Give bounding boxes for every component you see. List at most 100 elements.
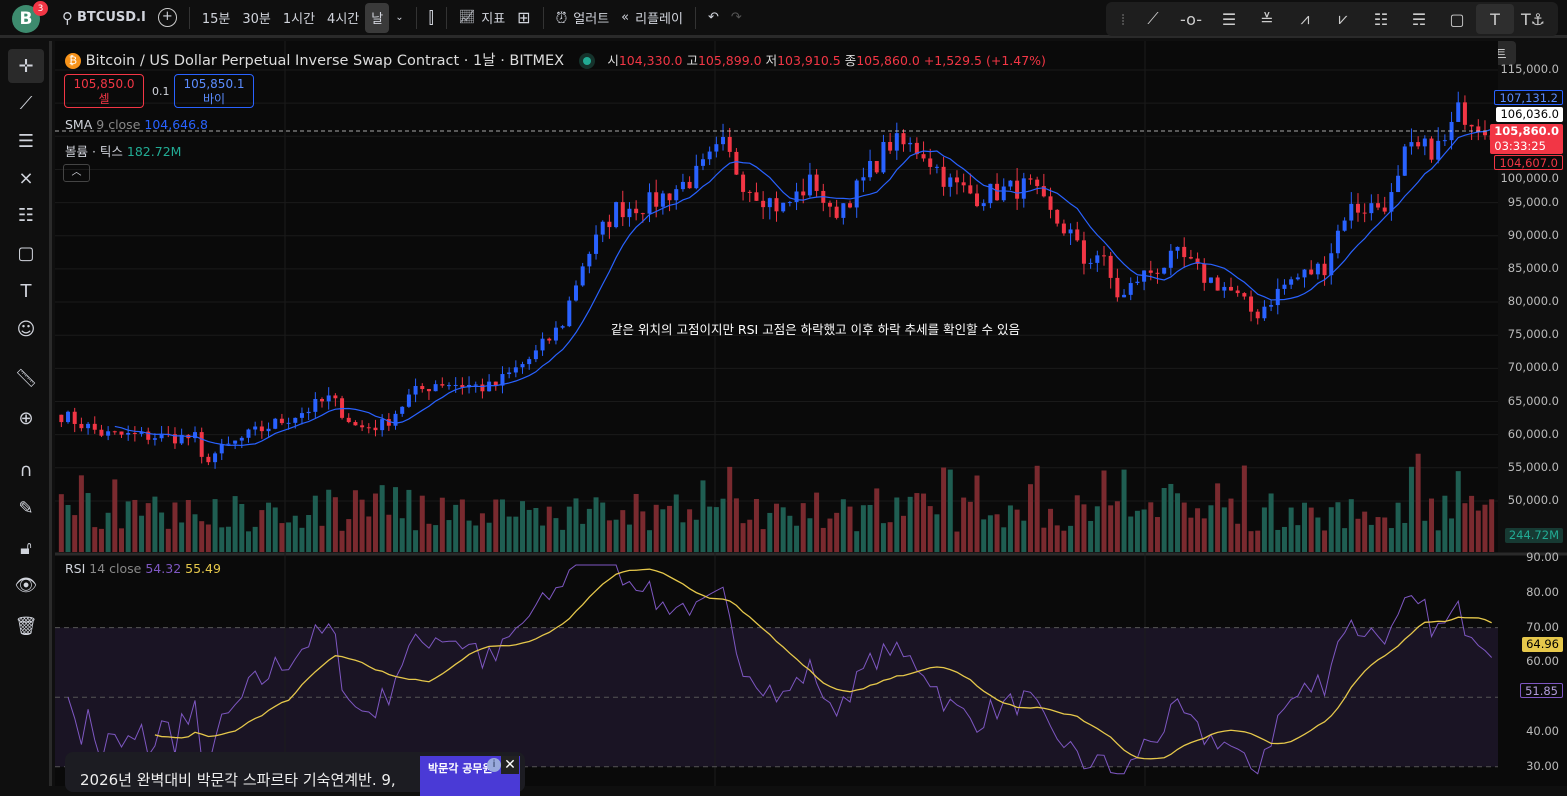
candle-body [834,206,839,218]
trash-icon[interactable]: 🗑︎ [8,609,44,643]
candle-body [1429,138,1434,160]
volume-legend[interactable]: 볼륨 · 틱스 182.72M [65,141,181,160]
volume-bar [1041,527,1047,552]
volume-bar [560,529,566,552]
candle-body [694,165,699,189]
drag-handle-icon[interactable]: ⁞ [1112,4,1134,34]
candle-body [299,413,304,418]
buy-button[interactable]: 105,850.1 바이 [174,74,254,108]
volume-bar [58,494,64,552]
high-value: 105,899.0 [697,53,762,68]
rsi-legend[interactable]: RSI 14 close 54.32 55.49 [65,561,221,576]
chart-canvas[interactable] [55,41,1567,786]
interval-30m[interactable]: 30분 [236,3,277,33]
volume-bar [1435,530,1441,552]
volume-bar [780,507,786,552]
spread: 0.1 [152,85,170,98]
candle-body [453,385,458,387]
chart-title: Bitcoin / US Dollar Perpetual Inverse Sw… [85,53,565,69]
candle-body [373,427,378,431]
candle-body [607,221,612,228]
text-annotation[interactable]: 같은 위치의 고점이지만 RSI 고점은 하락했고 이후 하락 추세를 확인할 … [611,319,1020,338]
interval-1d[interactable]: 날 [365,2,390,33]
ad-banner[interactable]: 2026년 완벽대비 박문각 스파르타 기숙연계반. 9, 박문각 공무원 i … [65,752,525,796]
volume-bar [359,499,365,552]
anchored-text-tool[interactable]: T⚓︎ [1514,4,1552,34]
parallel-channel-tool[interactable]: ☰ [1210,4,1248,34]
volume-bar [553,518,559,552]
fib-retracement-tool[interactable]: ☷ [1362,4,1400,34]
candle-body [620,202,625,218]
candle-body [1055,209,1060,224]
candle-body [266,428,271,432]
abcd-pattern-tool[interactable]: ⩗ [1324,4,1362,34]
volume-bar [466,520,472,552]
volume-bar [1201,518,1207,552]
shape-icon[interactable]: ▢ [8,236,44,270]
volume-bar [1268,493,1274,552]
candle-body [1188,257,1193,259]
indicators-button[interactable]: 📈︎ 지표 [453,3,511,33]
chart-area[interactable]: ₿ Bitcoin / US Dollar Perpetual Inverse … [55,41,1567,786]
crosshair-icon[interactable]: ✛ [8,49,44,83]
eye-icon[interactable]: 👁︎ [8,568,44,602]
collapse-legend-button[interactable]: ︿ [63,164,90,182]
rectangle-tool[interactable]: ▢ [1438,4,1476,34]
trend-line-icon[interactable]: ⟋ [8,86,44,120]
candle-body [426,389,431,392]
horizontal-ray-tool[interactable]: -o- [1172,4,1210,34]
candle-body [734,151,739,175]
volume-bar [961,497,967,552]
lock-icon[interactable]: 🔓︎ [8,531,44,565]
candle-body [413,386,418,395]
chart-type-button[interactable]: ⫿ [423,3,440,33]
zoom-in-icon[interactable]: ⊕ [8,401,44,435]
candle-body [393,413,398,426]
volume-bar [1081,504,1087,552]
sma-legend[interactable]: SMA 9 close 104,646.8 [65,117,208,132]
interval-15m[interactable]: 15분 [196,3,237,33]
sma-value: 104,646.8 [144,117,208,132]
symbol-search-button[interactable]: ⚲ BTCUSD.I [56,3,152,33]
ad-info-icon[interactable]: i [487,758,501,772]
text-tool[interactable]: T [1476,4,1514,34]
emoji-icon[interactable]: ☺ [8,312,44,346]
sell-button[interactable]: 105,850.0 셀 [64,74,144,108]
price-axis[interactable]: 115,000.0 100,000.0 95,000.0 90,000.0 85,000… [1490,41,1567,786]
volume-bar [727,466,733,552]
magnet-icon[interactable]: ∩ [8,453,44,487]
candle-body [433,384,438,392]
divider [542,6,544,29]
replay-button[interactable]: « 리플레이 [615,3,689,33]
ruler-icon[interactable]: 📏︎ [8,361,44,395]
close-icon[interactable]: ✕ [501,756,519,774]
volume-bar [800,503,806,552]
pattern-icon[interactable]: ⨯ [8,161,44,195]
fib-icon[interactable]: ☰ [8,124,44,158]
alert-button[interactable]: ⏰︎ 얼러트 [550,3,616,33]
lock-drawing-icon[interactable]: ✎ [8,491,44,525]
layouts-button[interactable]: ⊞ [511,3,536,33]
candle-body [1322,263,1327,276]
rsi-axis-label: 90.00 [1526,550,1559,564]
interval-1h[interactable]: 1시간 [277,3,321,33]
prediction-icon[interactable]: ☷ [8,198,44,232]
volume-bar [346,519,352,552]
interval-dropdown[interactable]: ⌄ [389,3,409,33]
text-icon[interactable]: T [8,274,44,308]
elliott-wave-tool[interactable]: ⩘ [1286,4,1324,34]
fib-extension-tool[interactable]: ☴ [1400,4,1438,34]
trend-line-tool[interactable]: ⟋ [1134,4,1172,34]
volume-bar [98,528,104,552]
volume-bar [927,506,933,552]
redo-button[interactable]: ↷ [725,3,748,33]
volume-bar [1388,528,1394,552]
candle-body [861,177,866,181]
undo-button[interactable]: ↶ [702,3,725,33]
candle-body [754,192,759,201]
volume-bar [1175,493,1181,552]
compare-button[interactable]: + [152,3,183,33]
volume-bar [533,507,539,552]
pitchfork-tool[interactable]: ≚ [1248,4,1286,34]
interval-4h[interactable]: 4시간 [321,3,365,33]
